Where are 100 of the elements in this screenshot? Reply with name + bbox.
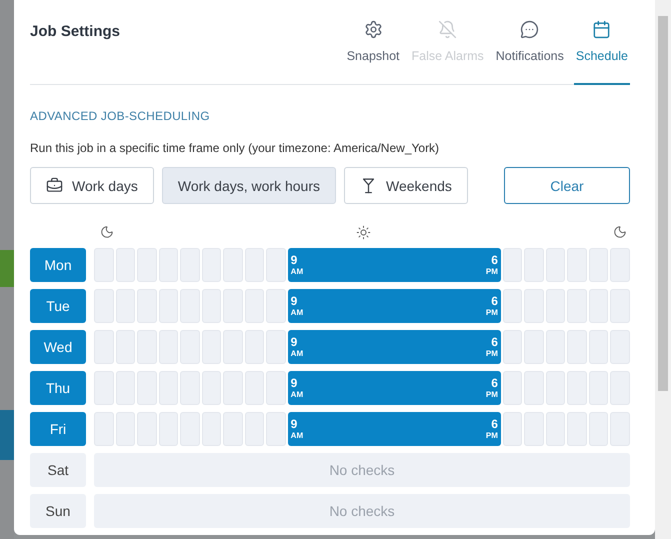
hour-slot[interactable] <box>116 371 136 405</box>
hour-slot[interactable] <box>610 330 630 364</box>
hour-slot[interactable] <box>94 289 114 323</box>
hour-slot[interactable] <box>266 412 286 446</box>
hour-slot[interactable] <box>137 330 157 364</box>
day-toggle[interactable]: Fri <box>30 412 86 446</box>
day-toggle[interactable]: Mon <box>30 248 86 282</box>
hour-slot[interactable] <box>158 248 178 282</box>
hour-slot[interactable] <box>180 248 200 282</box>
hour-slot[interactable] <box>244 289 264 323</box>
hour-slot[interactable] <box>202 412 222 446</box>
tab[interactable]: Snapshot <box>344 20 402 85</box>
hour-slot[interactable] <box>502 330 522 364</box>
hour-slot[interactable] <box>94 371 114 405</box>
hour-slot[interactable] <box>116 248 136 282</box>
hour-slot[interactable] <box>610 289 630 323</box>
hour-slot[interactable] <box>158 412 178 446</box>
hour-slot[interactable] <box>266 248 286 282</box>
hour-slot[interactable] <box>180 371 200 405</box>
hour-slot[interactable] <box>137 289 157 323</box>
hour-slot[interactable] <box>137 412 157 446</box>
hour-slot[interactable] <box>116 289 136 323</box>
hour-slot[interactable] <box>588 371 608 405</box>
hour-slot[interactable] <box>223 248 243 282</box>
hour-slot[interactable] <box>158 289 178 323</box>
hour-slot[interactable] <box>567 248 587 282</box>
active-hour-slot[interactable]: 9 AM <box>288 371 308 405</box>
hour-slot[interactable] <box>158 330 178 364</box>
active-hour-slot[interactable]: 9 AM <box>288 289 308 323</box>
hour-slot[interactable] <box>94 412 114 446</box>
hour-slot[interactable] <box>588 248 608 282</box>
hour-slot[interactable] <box>567 412 587 446</box>
hour-slot[interactable] <box>202 330 222 364</box>
hour-slot[interactable] <box>180 412 200 446</box>
hour-slot[interactable] <box>244 371 264 405</box>
hour-slot[interactable] <box>223 371 243 405</box>
active-hour-slot[interactable]: 9 AM <box>288 330 308 364</box>
hour-slot[interactable] <box>180 330 200 364</box>
hour-slot[interactable] <box>524 412 544 446</box>
hour-slot[interactable] <box>502 289 522 323</box>
hour-slot[interactable] <box>502 248 522 282</box>
day-toggle[interactable]: Thu <box>30 371 86 405</box>
hour-slot[interactable] <box>202 371 222 405</box>
day-toggle[interactable]: Sun <box>30 494 86 528</box>
hour-slot[interactable] <box>116 330 136 364</box>
hour-slot[interactable] <box>137 371 157 405</box>
hour-slot[interactable] <box>202 248 222 282</box>
hour-slot[interactable] <box>567 371 587 405</box>
hour-slot[interactable] <box>502 371 522 405</box>
hour-slot[interactable] <box>223 289 243 323</box>
active-hour-slot[interactable]: 6 PM <box>481 371 501 405</box>
scrollbar-thumb[interactable] <box>658 16 668 391</box>
hour-slot[interactable] <box>244 330 264 364</box>
hour-slot[interactable] <box>610 412 630 446</box>
hour-slot[interactable] <box>567 330 587 364</box>
hour-slot[interactable] <box>202 289 222 323</box>
hour-slot[interactable] <box>502 412 522 446</box>
preset-button[interactable]: Work days, work hours <box>162 167 336 204</box>
hour-slot[interactable] <box>158 371 178 405</box>
hour-slot[interactable] <box>546 330 566 364</box>
hour-slot[interactable] <box>546 371 566 405</box>
hour-slot[interactable] <box>244 412 264 446</box>
hour-slot[interactable] <box>223 330 243 364</box>
hour-slot[interactable] <box>546 412 566 446</box>
hour-slot[interactable] <box>266 371 286 405</box>
hour-slot[interactable] <box>588 330 608 364</box>
active-hour-slot[interactable]: 9 AM <box>288 412 308 446</box>
hour-slot[interactable] <box>524 248 544 282</box>
hour-slot[interactable] <box>94 248 114 282</box>
preset-button[interactable]: Weekends <box>344 167 468 204</box>
hour-slot[interactable] <box>524 289 544 323</box>
hour-slot[interactable] <box>266 289 286 323</box>
preset-button[interactable]: Work days <box>30 167 154 204</box>
hour-slot[interactable] <box>546 248 566 282</box>
hour-slot[interactable] <box>588 412 608 446</box>
hour-slot[interactable] <box>266 330 286 364</box>
active-hour-slot[interactable]: 9 AM <box>288 248 308 282</box>
active-hour-slot[interactable]: 6 PM <box>481 248 501 282</box>
hour-slot[interactable] <box>244 248 264 282</box>
day-toggle[interactable]: Tue <box>30 289 86 323</box>
day-toggle[interactable]: Sat <box>30 453 86 487</box>
active-hour-slot[interactable]: 6 PM <box>481 289 501 323</box>
hour-slot[interactable] <box>546 289 566 323</box>
hour-slot[interactable] <box>588 289 608 323</box>
tab[interactable]: Schedule <box>574 20 630 85</box>
hour-slot[interactable] <box>180 289 200 323</box>
tab[interactable]: Notifications <box>494 20 566 85</box>
hour-slot[interactable] <box>137 248 157 282</box>
hour-slot[interactable] <box>610 371 630 405</box>
day-toggle[interactable]: Wed <box>30 330 86 364</box>
active-hour-slot[interactable]: 6 PM <box>481 412 501 446</box>
hour-slot[interactable] <box>524 371 544 405</box>
hour-slot[interactable] <box>567 289 587 323</box>
hour-slot[interactable] <box>223 412 243 446</box>
clear-button[interactable]: Clear <box>504 167 630 204</box>
hour-slot[interactable] <box>610 248 630 282</box>
hour-slot[interactable] <box>524 330 544 364</box>
hour-slot[interactable] <box>116 412 136 446</box>
hour-slot[interactable] <box>94 330 114 364</box>
active-hour-slot[interactable]: 6 PM <box>481 330 501 364</box>
